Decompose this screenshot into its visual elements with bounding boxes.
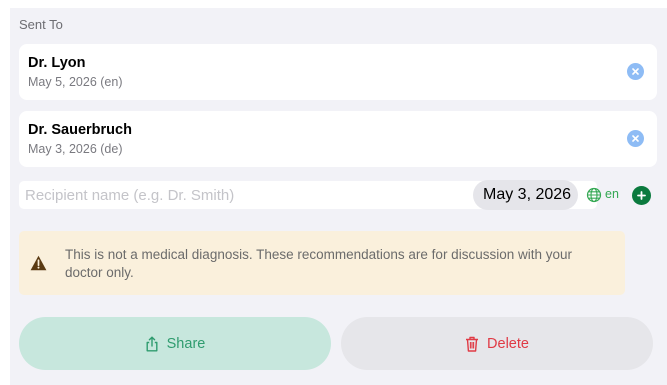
recipient-name-input[interactable] xyxy=(19,181,459,209)
delete-label: Delete xyxy=(487,335,529,352)
disclaimer-notice: This is not a medical diagnosis. These r… xyxy=(19,231,625,295)
share-button[interactable]: Share xyxy=(19,317,331,370)
warning-icon xyxy=(30,255,47,271)
close-icon xyxy=(632,68,639,75)
delete-button[interactable]: Delete xyxy=(341,317,653,370)
add-recipient-button[interactable] xyxy=(632,186,651,205)
disclaimer-text: This is not a medical diagnosis. These r… xyxy=(65,247,572,280)
remove-recipient-button[interactable] xyxy=(627,130,644,147)
date-picker[interactable]: May 3, 2026 xyxy=(473,180,579,210)
remove-recipient-button[interactable] xyxy=(627,63,644,80)
recipient-name: Dr. Lyon xyxy=(28,55,86,71)
trash-icon xyxy=(466,336,479,352)
language-selector[interactable]: en xyxy=(605,187,619,201)
share-icon xyxy=(146,336,158,351)
plus-icon xyxy=(637,191,646,200)
section-title: Sent To xyxy=(19,17,63,32)
recipient-card: Dr. Lyon May 5, 2026 (en) xyxy=(19,44,657,100)
recipient-card: Dr. Sauerbruch May 3, 2026 (de) xyxy=(19,111,657,167)
globe-icon[interactable] xyxy=(586,187,602,203)
recipient-name: Dr. Sauerbruch xyxy=(28,122,132,138)
recipient-detail: May 5, 2026 (en) xyxy=(28,75,123,89)
close-icon xyxy=(632,135,639,142)
recipient-detail: May 3, 2026 (de) xyxy=(28,142,123,156)
share-label: Share xyxy=(166,335,206,352)
